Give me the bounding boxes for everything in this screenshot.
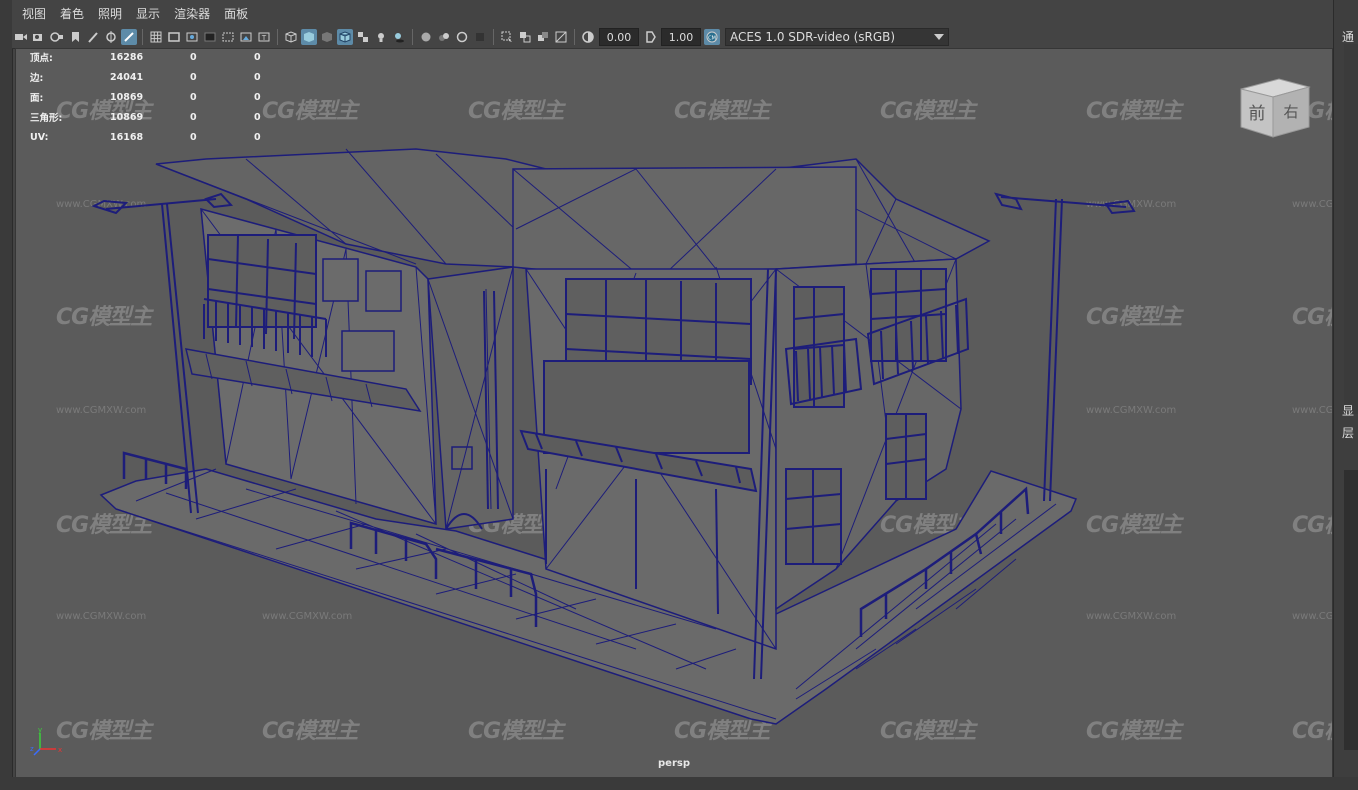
use-all-lights-icon[interactable] bbox=[373, 29, 389, 45]
chevron-down-icon bbox=[934, 30, 944, 44]
left-tool-strip bbox=[0, 0, 13, 790]
smooth-shade-icon[interactable] bbox=[301, 29, 317, 45]
bookmark-icon[interactable] bbox=[49, 29, 65, 45]
xray-icon[interactable] bbox=[517, 29, 533, 45]
svg-text:CM: CM bbox=[708, 36, 716, 42]
color-space-label: ACES 1.0 SDR-video (sRGB) bbox=[730, 30, 896, 44]
axis-gizmo: y z x bbox=[30, 726, 62, 756]
hud-label: 三角形: bbox=[30, 113, 63, 124]
hud-row-edges: 边: 24041 0 0 bbox=[30, 67, 284, 87]
axis-x-label: x bbox=[58, 746, 62, 754]
viewcube-front-label[interactable]: 前 bbox=[1249, 104, 1266, 124]
hud-label: 边: bbox=[30, 73, 44, 84]
select-camera-icon[interactable] bbox=[13, 29, 29, 45]
hud-value: 0 bbox=[254, 51, 261, 63]
right-panel-region bbox=[1344, 44, 1358, 414]
exposure-field[interactable]: 0.00 bbox=[599, 28, 639, 46]
camera-attributes-icon[interactable] bbox=[31, 29, 47, 45]
perspective-viewport[interactable]: CG模型主 CG模型主 CG模型主 CG模型主 CG模型主 CG模型主 CG模型… bbox=[15, 48, 1333, 778]
color-space-dropdown[interactable]: ACES 1.0 SDR-video (sRGB) bbox=[725, 28, 949, 46]
hud-value: 0 bbox=[190, 91, 197, 103]
toolbar-separator bbox=[142, 29, 143, 45]
hud-label: 顶点: bbox=[30, 53, 53, 64]
gate-mask-icon[interactable] bbox=[202, 29, 218, 45]
poly-count-hud: 顶点: 16286 0 0 边: 24041 0 0 面: 10869 0 0 … bbox=[30, 49, 284, 147]
axis-y-label: y bbox=[38, 726, 42, 734]
multisample-aa-icon[interactable] bbox=[454, 29, 470, 45]
film-gate-icon[interactable] bbox=[166, 29, 182, 45]
time-slider-strip[interactable] bbox=[0, 777, 1358, 790]
field-chart-icon[interactable] bbox=[220, 29, 236, 45]
viewcube-right-label[interactable]: 右 bbox=[1283, 103, 1298, 121]
gamma-icon[interactable] bbox=[642, 29, 658, 45]
hud-value: 0 bbox=[254, 131, 261, 143]
two-d-pan-icon[interactable] bbox=[121, 29, 137, 45]
right-side-panel: 通 显 层 bbox=[1333, 0, 1358, 790]
toolbar-separator bbox=[412, 29, 413, 45]
view-cube[interactable]: 前 右 bbox=[1239, 75, 1314, 140]
motion-blur-icon[interactable] bbox=[436, 29, 452, 45]
toolbar-separator bbox=[277, 29, 278, 45]
axis-z-label: z bbox=[30, 745, 34, 753]
hud-label: UV: bbox=[30, 131, 49, 143]
menu-shading[interactable]: 着色 bbox=[60, 5, 84, 22]
panel-toolbar: T 0.00 1.00 CM ACES 1.0 SDR-video (sRGB) bbox=[12, 26, 1332, 49]
pan-zoom-icon[interactable] bbox=[103, 29, 119, 45]
menu-panels[interactable]: 面板 bbox=[224, 5, 248, 22]
hud-value: 24041 bbox=[110, 71, 144, 83]
right-panel-label[interactable]: 层 bbox=[1342, 424, 1354, 441]
right-panel-list[interactable] bbox=[1344, 470, 1358, 750]
hud-row-triangles: 三角形: 10869 0 0 bbox=[30, 107, 284, 127]
isolate-select-icon[interactable] bbox=[499, 29, 515, 45]
panel-menu-bar: 视图 着色 照明 显示 渲染器 面板 bbox=[12, 0, 1332, 26]
menu-renderer[interactable]: 渲染器 bbox=[174, 5, 210, 22]
hud-row-uvs: UV: 16168 0 0 bbox=[30, 127, 284, 147]
right-panel-label[interactable]: 通 bbox=[1342, 28, 1354, 45]
hud-row-faces: 面: 10869 0 0 bbox=[30, 87, 284, 107]
grid-icon[interactable] bbox=[148, 29, 164, 45]
hud-value: 16286 bbox=[110, 51, 144, 63]
hud-value: 0 bbox=[254, 91, 261, 103]
default-material-icon[interactable] bbox=[319, 29, 335, 45]
right-panel-label[interactable]: 显 bbox=[1342, 402, 1354, 419]
xray-joints-icon[interactable] bbox=[535, 29, 551, 45]
toolbar-separator bbox=[574, 29, 575, 45]
hud-value: 0 bbox=[254, 71, 261, 83]
color-management-icon[interactable]: CM bbox=[704, 29, 720, 45]
hud-value: 0 bbox=[254, 111, 261, 123]
menu-show[interactable]: 显示 bbox=[136, 5, 160, 22]
hud-value: 10869 bbox=[110, 91, 144, 103]
screen-space-ao-icon[interactable] bbox=[418, 29, 434, 45]
hud-row-vertices: 顶点: 16286 0 0 bbox=[30, 49, 284, 67]
textured-icon[interactable] bbox=[355, 29, 371, 45]
building-wireframe-model[interactable] bbox=[16, 49, 1332, 777]
gamma-field[interactable]: 1.00 bbox=[661, 28, 701, 46]
hud-value: 10869 bbox=[110, 111, 144, 123]
hud-value: 0 bbox=[190, 71, 197, 83]
xray-components-icon[interactable] bbox=[553, 29, 569, 45]
grease-pencil-icon[interactable] bbox=[85, 29, 101, 45]
toolbar-separator bbox=[493, 29, 494, 45]
shadows-icon[interactable] bbox=[391, 29, 407, 45]
resolution-gate-icon[interactable] bbox=[184, 29, 200, 45]
hud-value: 16168 bbox=[110, 131, 144, 143]
safe-action-icon[interactable] bbox=[238, 29, 254, 45]
safe-title-icon[interactable]: T bbox=[256, 29, 272, 45]
depth-of-field-icon[interactable] bbox=[472, 29, 488, 45]
hud-label: 面: bbox=[30, 93, 44, 104]
image-plane-icon[interactable] bbox=[67, 29, 83, 45]
hud-value: 0 bbox=[190, 131, 197, 143]
wireframe-icon[interactable] bbox=[283, 29, 299, 45]
camera-name-label: persp bbox=[658, 758, 690, 769]
exposure-icon[interactable] bbox=[580, 29, 596, 45]
svg-text:T: T bbox=[261, 34, 267, 42]
menu-lighting[interactable]: 照明 bbox=[98, 5, 122, 22]
wireframe-on-shaded-icon[interactable] bbox=[337, 29, 353, 45]
hud-value: 0 bbox=[190, 51, 197, 63]
menu-view[interactable]: 视图 bbox=[22, 5, 46, 22]
hud-value: 0 bbox=[190, 111, 197, 123]
